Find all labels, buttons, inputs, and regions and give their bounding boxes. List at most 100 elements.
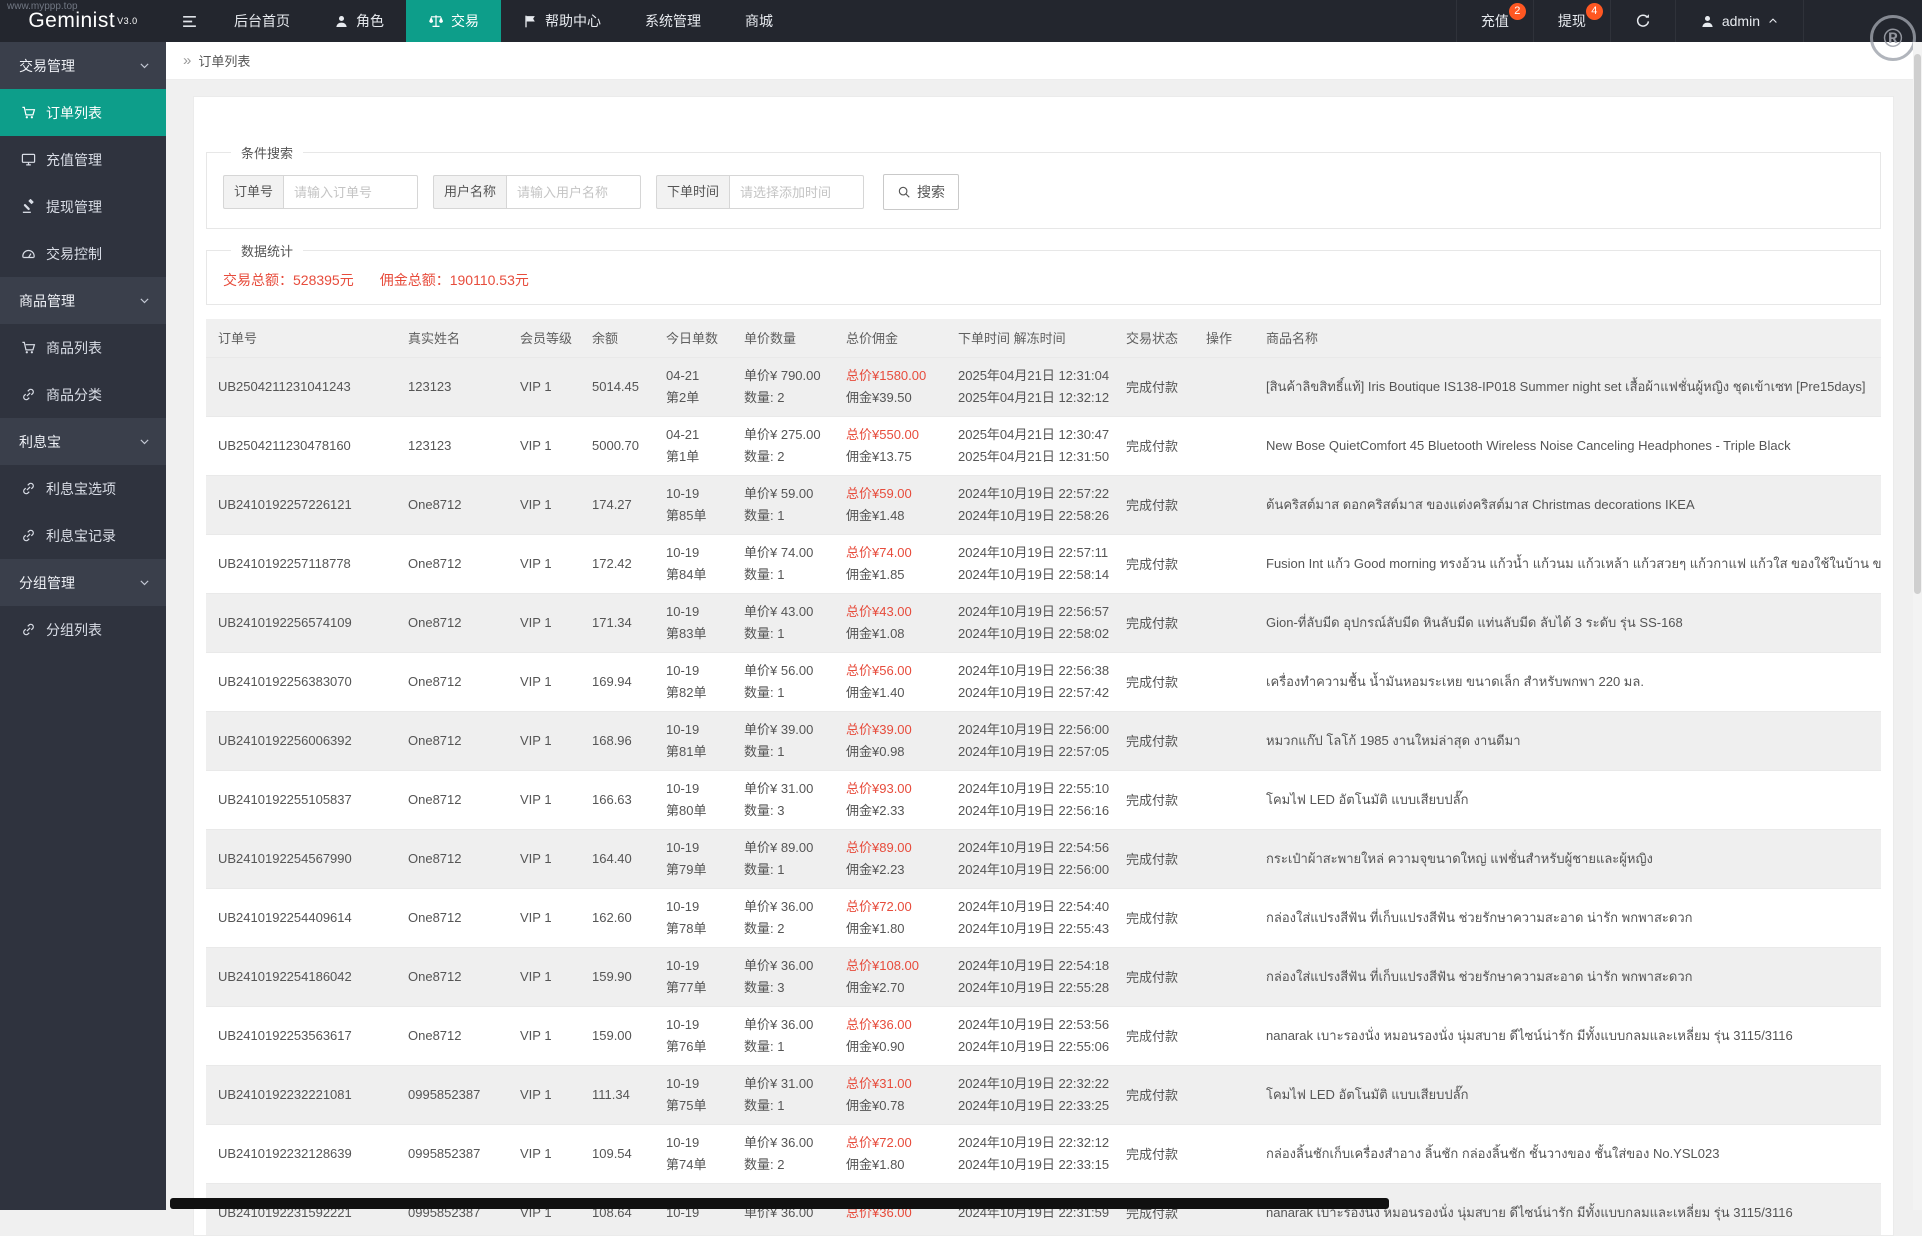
cell-real-name: 0995852387 — [396, 1065, 508, 1124]
cell-line-2: 佣金¥1.08 — [846, 623, 934, 644]
chevron-down-icon — [138, 576, 151, 589]
chevron-down-icon — [138, 59, 151, 72]
cell-today-orders: 10-19第76单 — [654, 1006, 732, 1065]
sidebar-group-group-management[interactable]: 分组管理 — [0, 559, 166, 606]
sidebar-item-trade-control[interactable]: 交易控制 — [0, 230, 166, 277]
vertical-scrollbar[interactable] — [1913, 42, 1922, 1210]
nav-item-mall[interactable]: 商城 — [723, 0, 795, 42]
cell-order-time: 2024年10月19日 22:57:112024年10月19日 22:58:14 — [946, 534, 1114, 593]
cell-line-1: 10-19 — [666, 1132, 720, 1153]
search-legend: 条件搜索 — [231, 143, 303, 162]
cart-icon — [21, 105, 36, 120]
cell-balance: 169.94 — [580, 652, 654, 711]
horizontal-scrollbar[interactable] — [170, 1198, 1389, 1209]
vertical-scrollbar-thumb[interactable] — [1914, 54, 1921, 594]
cell-line-2: 数量: 1 — [744, 741, 822, 762]
cell-trade-status: 完成付款 — [1114, 534, 1194, 593]
sidebar-item-interest-options[interactable]: 利息宝选项 — [0, 465, 166, 512]
main-content: » 订单列表 条件搜索 订单号 用户名称 下单时间 — [166, 42, 1922, 1210]
cell-order-no: UB2410192254409614 — [206, 888, 396, 947]
nav-item-help-center[interactable]: 帮助中心 — [501, 0, 623, 42]
cell-vip-level: VIP 1 — [508, 829, 580, 888]
app-logo-text: Geminist — [28, 9, 115, 33]
sidebar-toggle-button[interactable] — [166, 0, 212, 42]
sidebar-group-label: 商品管理 — [19, 291, 75, 311]
user-name-input[interactable] — [506, 175, 641, 209]
cell-order-no: UB2410192232221081 — [206, 1065, 396, 1124]
recharge-nav-button[interactable]: 充值 2 — [1456, 0, 1533, 42]
table-row: UB2410192254186042One8712VIP 1159.9010-1… — [206, 947, 1881, 1006]
registered-mark-watermark: ® — [1870, 15, 1916, 61]
cell-today-orders: 04-21第2单 — [654, 357, 732, 416]
sidebar-item-order-list[interactable]: 订单列表 — [0, 89, 166, 136]
orders-table-head: 订单号真实姓名会员等级余额今日单数单价数量总价佣金下单时间 解冻时间交易状态操作… — [206, 319, 1881, 357]
cell-line-1: 10-19 — [666, 896, 720, 917]
cell-total-commission: 总价¥93.00佣金¥2.33 — [834, 770, 946, 829]
cell-line-1: 单价¥ 39.00 — [744, 719, 822, 740]
total-price-text: 总价¥89.00 — [846, 837, 934, 858]
cell-line-2: 2024年10月19日 22:55:28 — [958, 977, 1102, 998]
sidebar-group-interest-treasure[interactable]: 利息宝 — [0, 418, 166, 465]
order-time-input-group: 下单时间 — [656, 175, 864, 209]
table-row: UB2504211230478160123123VIP 15000.7004-2… — [206, 416, 1881, 475]
search-icon — [897, 185, 911, 199]
user-menu[interactable]: admin — [1675, 0, 1804, 42]
cell-total-commission: 总价¥89.00佣金¥2.23 — [834, 829, 946, 888]
sidebar-item-group-list[interactable]: 分组列表 — [0, 606, 166, 653]
cell-price-qty: 单价¥ 36.00数量: 2 — [732, 888, 834, 947]
cell-line-2: 第83单 — [666, 623, 720, 644]
cell-line-2: 数量: 1 — [744, 682, 822, 703]
cell-action — [1194, 475, 1254, 534]
total-price-text: 总价¥39.00 — [846, 719, 934, 740]
order-time-input[interactable] — [729, 175, 864, 209]
cell-order-time: 2024年10月19日 22:54:182024年10月19日 22:55:28 — [946, 947, 1114, 1006]
sidebar-item-product-category[interactable]: 商品分类 — [0, 371, 166, 418]
order-no-input[interactable] — [283, 175, 418, 209]
sidebar-group-product-management[interactable]: 商品管理 — [0, 277, 166, 324]
cell-line-2: 佣金¥2.33 — [846, 800, 934, 821]
stats-fieldset: 数据统计 交易总额：528395元佣金总额：190110.53元 — [206, 241, 1881, 305]
cell-line-2: 第76单 — [666, 1036, 720, 1057]
sidebar-item-recharge-management[interactable]: 充值管理 — [0, 136, 166, 183]
sidebar-item-product-list[interactable]: 商品列表 — [0, 324, 166, 371]
col-vip_level: 会员等级 — [508, 319, 580, 357]
sidebar-item-label: 利息宝记录 — [46, 526, 116, 546]
cell-line-2: 佣金¥0.98 — [846, 741, 934, 762]
sidebar-item-interest-records[interactable]: 利息宝记录 — [0, 512, 166, 559]
cell-product-name: Fusion Int แก้ว Good morning ทรงอ้วน แก้… — [1254, 534, 1881, 593]
cell-price-qty: 单价¥ 56.00数量: 1 — [732, 652, 834, 711]
sidebar-item-label: 订单列表 — [46, 103, 102, 123]
cell-today-orders: 10-19第84单 — [654, 534, 732, 593]
cell-line-1: 单价¥ 74.00 — [744, 542, 822, 563]
total-price-text: 总价¥36.00 — [846, 1014, 934, 1035]
cell-line-2: 2024年10月19日 22:33:15 — [958, 1154, 1102, 1175]
cell-trade-status: 完成付款 — [1114, 888, 1194, 947]
cell-order-time: 2024年10月19日 22:54:562024年10月19日 22:56:00 — [946, 829, 1114, 888]
cell-real-name: One8712 — [396, 593, 508, 652]
cell-vip-level: VIP 1 — [508, 475, 580, 534]
cell-line-1: 2024年10月19日 22:57:22 — [958, 483, 1102, 504]
refresh-button[interactable] — [1610, 0, 1675, 42]
cell-product-name: ต้นคริสต์มาส ดอกคริสต์มาส ของแต่งคริสต์ม… — [1254, 475, 1881, 534]
cell-balance: 168.96 — [580, 711, 654, 770]
total-price-text: 总价¥1580.00 — [846, 365, 934, 386]
cell-line-2: 数量: 2 — [744, 1154, 822, 1175]
nav-item-home[interactable]: 后台首页 — [212, 0, 312, 42]
cell-real-name: One8712 — [396, 711, 508, 770]
cell-action — [1194, 416, 1254, 475]
withdraw-nav-button[interactable]: 提现 4 — [1533, 0, 1610, 42]
search-button[interactable]: 搜索 — [883, 174, 959, 210]
nav-item-system[interactable]: 系统管理 — [623, 0, 723, 42]
nav-item-trade[interactable]: 交易 — [406, 0, 501, 42]
cell-line-2: 2024年10月19日 22:58:14 — [958, 564, 1102, 585]
col-trade_status: 交易状态 — [1114, 319, 1194, 357]
cell-line-2: 数量: 1 — [744, 564, 822, 585]
nav-item-roles[interactable]: 角色 — [312, 0, 406, 42]
cell-order-time: 2024年10月19日 22:32:222024年10月19日 22:33:25 — [946, 1065, 1114, 1124]
sidebar-item-withdraw-management[interactable]: 提现管理 — [0, 183, 166, 230]
sidebar-group-trade-management[interactable]: 交易管理 — [0, 42, 166, 89]
cell-total-commission: 总价¥108.00佣金¥2.70 — [834, 947, 946, 1006]
cell-balance: 109.54 — [580, 1124, 654, 1183]
cell-line-1: 2024年10月19日 22:54:56 — [958, 837, 1102, 858]
cell-order-no: UB2410192232128639 — [206, 1124, 396, 1183]
